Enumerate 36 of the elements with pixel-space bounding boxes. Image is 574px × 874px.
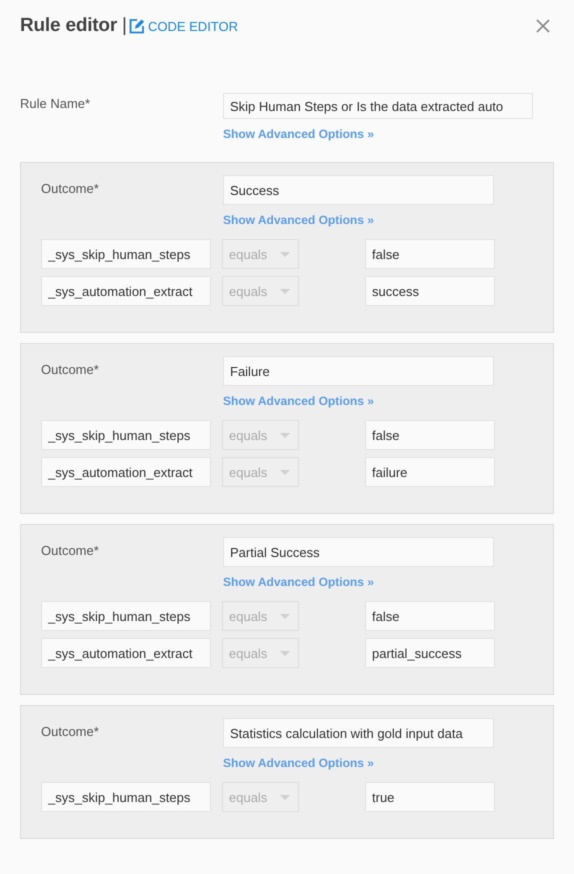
value-field[interactable]: failure bbox=[365, 457, 495, 487]
value-field[interactable]: success bbox=[365, 276, 495, 306]
close-icon[interactable] bbox=[536, 19, 550, 33]
field-label: Outcome* bbox=[41, 180, 100, 198]
field-label: Outcome* bbox=[41, 542, 100, 560]
outcome-field[interactable]: Failure bbox=[223, 356, 494, 386]
outcome-field[interactable]: Success bbox=[223, 175, 494, 205]
outcome-field[interactable]: Statistics calculation with gold input data bbox=[223, 718, 494, 748]
variable-field[interactable]: _sys_skip_human_steps bbox=[41, 420, 211, 450]
variable-field[interactable]: _sys_automation_extract bbox=[41, 638, 211, 668]
caret-icon bbox=[280, 614, 290, 618]
variable-field[interactable]: _sys_automation_extract bbox=[41, 457, 211, 487]
value-field[interactable]: partial_success bbox=[365, 638, 495, 668]
variable-field[interactable]: _sys_skip_human_steps bbox=[41, 782, 211, 812]
caret-icon bbox=[280, 470, 290, 474]
caret-icon bbox=[280, 650, 290, 656]
field-label: Outcome* bbox=[41, 723, 100, 741]
dialog-title: Rule editor bbox=[20, 15, 118, 37]
edit-icon bbox=[128, 17, 146, 35]
value-field[interactable]: false bbox=[365, 420, 495, 450]
caret-icon bbox=[280, 288, 290, 294]
value-field[interactable]: false bbox=[365, 601, 495, 631]
variable-field[interactable]: _sys_skip_human_steps bbox=[41, 601, 211, 631]
caret-icon bbox=[280, 252, 290, 256]
outcome-field[interactable]: Partial Success bbox=[223, 537, 494, 567]
value-field[interactable]: true bbox=[365, 782, 495, 812]
variable-field[interactable]: _sys_automation_extract bbox=[41, 276, 211, 306]
variable-field[interactable]: _sys_skip_human_steps bbox=[41, 239, 211, 269]
caret-icon bbox=[280, 432, 290, 438]
field-label: Rule Name* bbox=[20, 95, 92, 113]
separator: | bbox=[122, 15, 127, 37]
caret-icon bbox=[280, 794, 290, 800]
field-label: Outcome* bbox=[41, 361, 100, 379]
code-editor-link[interactable]: CODE EDITOR bbox=[128, 17, 238, 35]
rule-name-field[interactable]: Skip Human Steps or Is the data extracted auto bbox=[223, 93, 533, 119]
value-field[interactable]: false bbox=[365, 239, 495, 269]
